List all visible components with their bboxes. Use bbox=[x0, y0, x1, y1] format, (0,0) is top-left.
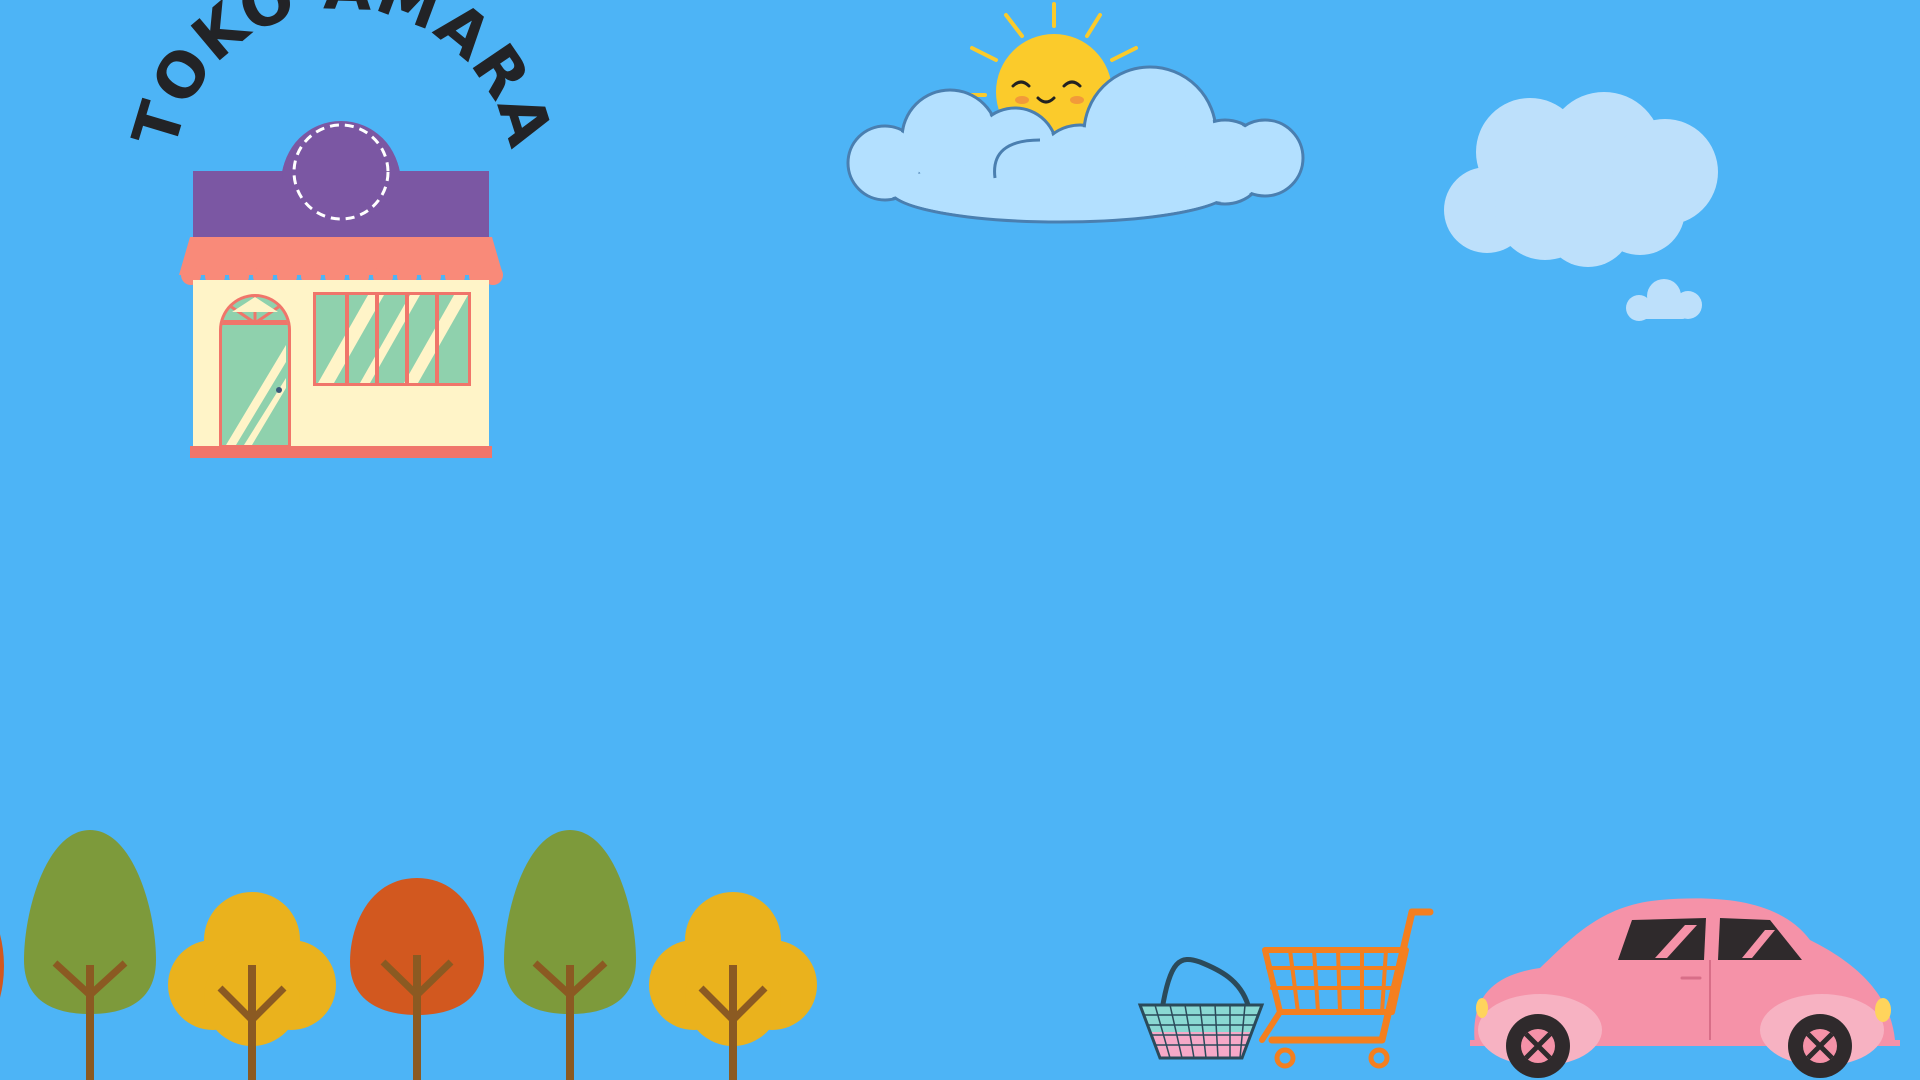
tree-icon bbox=[504, 830, 636, 1080]
shopping-cart-icon bbox=[1259, 908, 1434, 1069]
cloud-small-icon bbox=[1626, 279, 1702, 321]
tree-icon bbox=[350, 878, 484, 1080]
tree-icon bbox=[168, 892, 336, 1080]
scene-canvas: TOKO AMARA bbox=[0, 0, 1900, 1080]
car-wheel-rear bbox=[1788, 1014, 1852, 1078]
tree-icon bbox=[649, 892, 817, 1080]
store-window bbox=[313, 292, 471, 386]
shopping-basket-icon bbox=[1137, 957, 1265, 1060]
tree-icon bbox=[0, 934, 4, 998]
store-door bbox=[219, 294, 291, 447]
car-wheel-front bbox=[1506, 1014, 1570, 1078]
store-icon: TOKO AMARA bbox=[118, 0, 566, 458]
car-icon bbox=[1470, 898, 1900, 1078]
trees bbox=[0, 830, 817, 1080]
store-roof bbox=[193, 171, 489, 237]
tree-icon bbox=[24, 830, 156, 1080]
cloud-icon bbox=[1444, 92, 1718, 267]
scene: TOKO AMARA bbox=[0, 0, 1920, 1080]
store-floor-strip bbox=[190, 446, 492, 458]
